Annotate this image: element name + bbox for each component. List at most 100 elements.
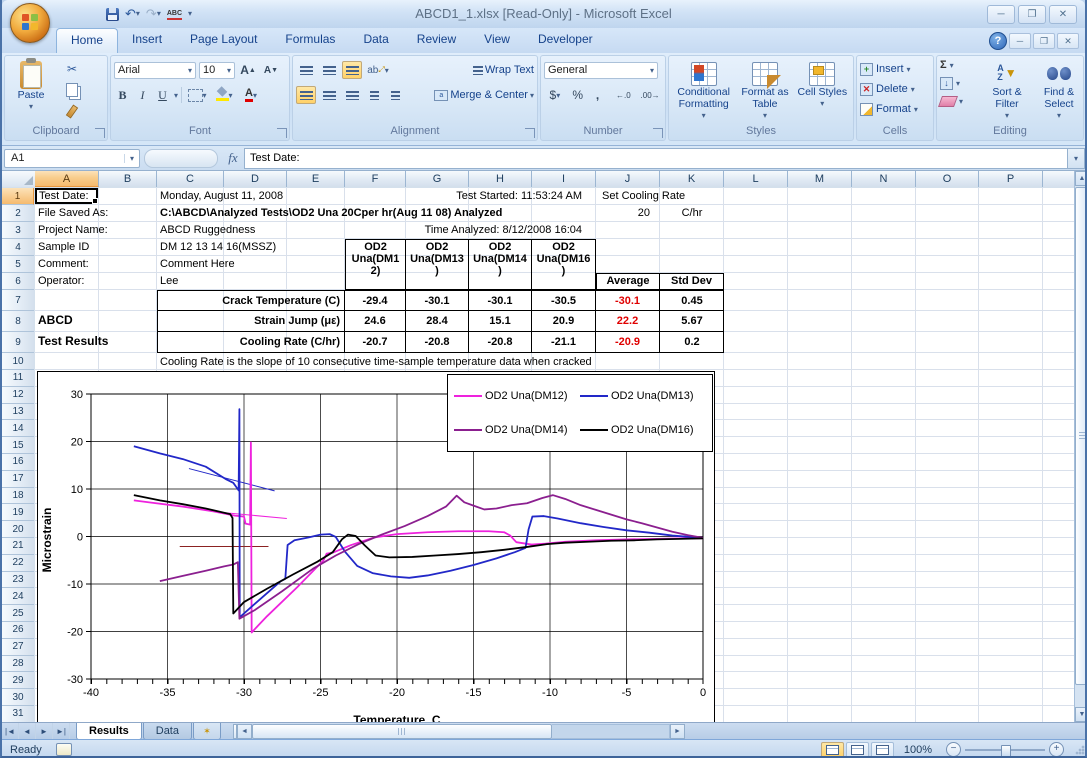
orientation-icon[interactable]: ab⤢▾	[365, 61, 391, 79]
clipboard-dialog-launcher-icon[interactable]	[95, 128, 105, 138]
cell-a8-brand[interactable]: ABCD	[38, 314, 73, 327]
autosum-icon[interactable]: Σ▾	[940, 57, 963, 73]
ribbon-tab-page-layout[interactable]: Page Layout	[176, 28, 271, 53]
cell-a5[interactable]: Comment:	[38, 258, 89, 271]
strain-jump-dm12[interactable]: 24.6	[345, 311, 406, 331]
macro-record-icon[interactable]	[56, 743, 72, 756]
shrink-font-icon[interactable]: A▼	[261, 61, 281, 79]
column-header-i[interactable]: I	[532, 171, 596, 187]
cell-a3[interactable]: Project Name:	[38, 224, 108, 237]
results-table-stat-headers[interactable]: Average Std Dev	[596, 273, 724, 290]
cell-test-started[interactable]: Test Started: 11:53:24 AM	[345, 190, 582, 203]
align-right-icon[interactable]	[342, 86, 362, 104]
borders-icon[interactable]: ▾	[185, 86, 209, 104]
alignment-dialog-launcher-icon[interactable]	[525, 128, 535, 138]
selected-cell-a1[interactable]: Test Date:	[35, 188, 98, 204]
legend-item-dm13[interactable]: OD2 Una(DM13)	[580, 390, 706, 402]
restore-window-icon[interactable]: ❐	[1018, 5, 1046, 24]
font-color-icon[interactable]: A▾	[239, 86, 263, 104]
cell-c5[interactable]: Comment Here	[160, 258, 235, 271]
strain-jump-dm13[interactable]: 28.4	[406, 311, 469, 331]
row-header-1[interactable]: 1	[2, 188, 34, 205]
row-header-7[interactable]: 7	[2, 290, 34, 311]
scroll-down-icon[interactable]: ▼	[1075, 707, 1087, 722]
cell-j2[interactable]: 20	[596, 207, 650, 220]
font-dialog-launcher-icon[interactable]	[277, 128, 287, 138]
sort-filter-button[interactable]: AZ ▼ Sort & Filter▾	[981, 57, 1033, 122]
minimize-workbook-icon[interactable]: ─	[1009, 33, 1031, 49]
crack-temp-dm14[interactable]: -30.1	[469, 291, 532, 311]
insert-function-icon[interactable]: fx	[222, 150, 244, 166]
row-header-16[interactable]: 16	[2, 454, 34, 471]
zoom-level[interactable]: 100%	[904, 744, 932, 756]
chart-legend[interactable]: OD2 Una(DM12) OD2 Una(DM13) OD2 Una(DM14…	[447, 374, 713, 452]
cell-c2[interactable]: C:\ABCD\Analyzed Tests\OD2 Una 20Cper hr…	[160, 207, 502, 220]
sheet-tab-results[interactable]: Results	[76, 723, 142, 740]
percent-style-icon[interactable]: %	[569, 86, 587, 104]
row-header-21[interactable]: 21	[2, 538, 34, 555]
zoom-slider-track[interactable]	[965, 749, 1045, 751]
clear-icon[interactable]: ▾	[940, 93, 963, 109]
vertical-scrollbar[interactable]: ▲ ▼	[1074, 171, 1087, 722]
normal-view-icon[interactable]	[821, 742, 844, 758]
row-header-2[interactable]: 2	[2, 205, 34, 222]
column-header-b[interactable]: B	[99, 171, 157, 187]
underline-icon[interactable]: U	[154, 86, 171, 104]
strain-jump-dm16[interactable]: 20.9	[532, 311, 596, 331]
resize-grip[interactable]	[1074, 744, 1086, 756]
row-header-10[interactable]: 10	[2, 353, 34, 370]
row-label-cooling-rate[interactable]: Cooling Rate (C/hr)	[158, 332, 345, 352]
copy-icon[interactable]	[61, 81, 83, 99]
horizontal-scrollbar[interactable]: ◄ ►	[233, 723, 685, 740]
header-dm16[interactable]: OD2 Una(DM16)	[532, 240, 595, 289]
column-header-g[interactable]: G	[406, 171, 469, 187]
row-header-27[interactable]: 27	[2, 639, 34, 656]
row-header-30[interactable]: 30	[2, 689, 34, 706]
strain-jump-stddev[interactable]: 5.67	[660, 311, 724, 331]
column-header-e[interactable]: E	[287, 171, 345, 187]
restore-workbook-icon[interactable]: ❐	[1033, 33, 1055, 49]
row-header-15[interactable]: 15	[2, 437, 34, 454]
row-header-18[interactable]: 18	[2, 488, 34, 505]
ribbon-tab-home[interactable]: Home	[56, 28, 118, 54]
page-layout-view-icon[interactable]	[846, 742, 869, 758]
row-header-26[interactable]: 26	[2, 622, 34, 639]
fill-handle[interactable]	[92, 198, 98, 204]
row-header-13[interactable]: 13	[2, 404, 34, 421]
scroll-left-icon[interactable]: ◄	[237, 724, 252, 739]
cell-k2[interactable]: C/hr	[660, 207, 724, 220]
row-header-23[interactable]: 23	[2, 572, 34, 589]
previous-sheet-icon[interactable]: ◄	[19, 723, 36, 740]
number-dialog-launcher-icon[interactable]	[653, 128, 663, 138]
header-std-dev[interactable]: Std Dev	[660, 274, 723, 289]
row-header-29[interactable]: 29	[2, 672, 34, 689]
number-format-combo[interactable]: General▾	[544, 62, 658, 79]
top-align-icon[interactable]	[296, 61, 316, 79]
column-header-j[interactable]: J	[596, 171, 660, 187]
sheet-grid[interactable]: Test Date: Monday, August 11, 2008 Test …	[35, 188, 1074, 722]
row-header-6[interactable]: 6	[2, 273, 34, 290]
cut-icon[interactable]: ✂	[61, 60, 83, 78]
zoom-slider-thumb[interactable]	[1001, 745, 1011, 757]
column-header-c[interactable]: C	[157, 171, 224, 187]
row-label-strain-jump[interactable]: Strain Jump (με)	[158, 311, 345, 331]
header-dm13[interactable]: OD2 Una(DM13)	[406, 240, 469, 289]
font-size-combo[interactable]: 10▾	[199, 62, 235, 79]
grow-font-icon[interactable]: A▲	[238, 61, 258, 79]
underline-dropdown-icon[interactable]: ▾	[174, 91, 178, 100]
merge-center-button[interactable]: a Merge & Center▾	[434, 85, 534, 105]
help-icon[interactable]: ?	[989, 32, 1007, 50]
scroll-up-icon[interactable]: ▲	[1075, 171, 1087, 186]
column-header-n[interactable]: N	[852, 171, 916, 187]
crack-temp-dm13[interactable]: -30.1	[406, 291, 469, 311]
row-header-22[interactable]: 22	[2, 555, 34, 572]
row-header-11[interactable]: 11	[2, 370, 34, 387]
ribbon-tab-insert[interactable]: Insert	[118, 28, 176, 53]
cooling-rate-stddev[interactable]: 0.2	[660, 332, 724, 352]
cell-time-analyzed[interactable]: Time Analyzed: 8/12/2008 16:04	[345, 224, 582, 237]
row-header-3[interactable]: 3	[2, 222, 34, 239]
cell-c4[interactable]: DM 12 13 14 16(MSSZ)	[160, 241, 276, 254]
cell-styles-button[interactable]: Cell Styles▾	[795, 59, 849, 122]
fill-icon[interactable]: ↓▾	[940, 75, 963, 91]
crack-temp-dm16[interactable]: -30.5	[532, 291, 596, 311]
